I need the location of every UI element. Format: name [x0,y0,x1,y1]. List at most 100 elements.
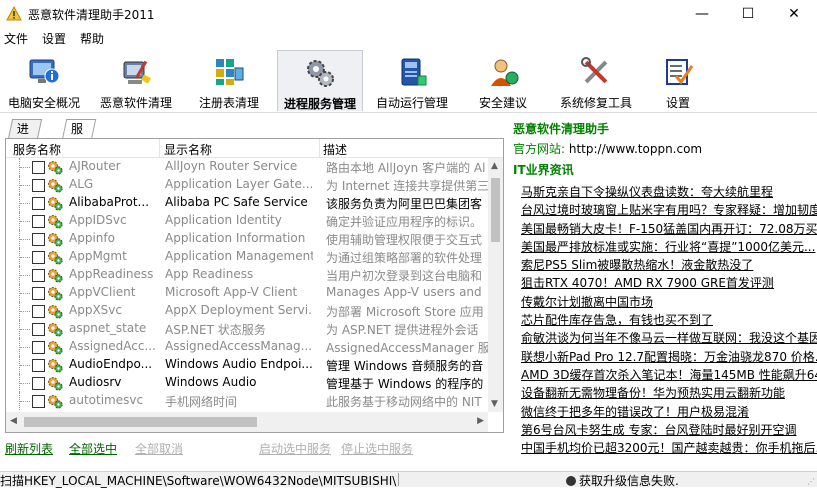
refresh-list-link[interactable]: 刷新列表 [5,440,53,457]
tool-registry-clean[interactable]: 注册表清理 [186,50,272,110]
service-gear-icon [48,287,63,301]
tree-line [19,284,32,302]
service-list[interactable]: 服务名称 显示名称 描述 AJRouter AllJoyn Router Serv… [5,138,504,433]
table-row[interactable]: ALG Application Layer Gate... 为 Internet 连… [6,176,488,194]
row-checkbox[interactable] [32,179,45,192]
news-link[interactable]: 第6号台风卡努生成 专家：台风登陆时最好别开空调 [521,421,817,439]
description-cell: 当用户初次登录到这台电脑和 [326,269,483,283]
table-row[interactable]: AppIDSvc Application Identity 确定并验证应用程序的标识… [6,212,488,230]
service-gear-icon [48,395,63,409]
maximize-button[interactable]: ☐ [725,0,771,28]
tool-label: 安全建议 [478,96,527,110]
service-name-cell: Appinfo [69,231,115,245]
table-row[interactable]: aspnet_state ASP.NET 状态服务 为 ASP.NET 提供进程外会… [6,320,488,338]
row-checkbox[interactable] [32,233,45,246]
news-link[interactable]: 俞敏洪谈为何当年不像马云一样做互联网：我没这个基因 [521,329,817,347]
column-header-display-name[interactable]: 显示名称 [164,141,212,158]
close-button[interactable]: ✕ [771,0,817,28]
news-link[interactable]: AMD 3D缓存首次杀入笔记本！海量145MB 性能飙升64% [521,366,817,384]
table-row[interactable]: AppMgmt Application Management 为通过组策略部署的软件… [6,248,488,266]
row-checkbox[interactable] [32,305,45,318]
news-link[interactable]: 芯片配件库存告急，有钱也买不到了 [521,311,817,329]
horizontal-scrollbar[interactable]: ◀ ▶ [6,412,488,432]
news-link[interactable]: 美国最严排放标准或实施：行业将“喜提”1000亿美元... [521,238,817,256]
monitor-info-icon [29,59,60,84]
scroll-right-icon[interactable]: ▶ [477,416,484,426]
tool-malware-clean[interactable]: 恶意软件清理 [92,50,180,110]
table-row[interactable]: Audiosrv Windows Audio 管理基于 Windows 的程序的 [6,374,488,392]
table-row[interactable]: AJRouter AllJoyn Router Service 路由本地 AllJo… [6,158,488,176]
tool-security-advice[interactable]: 安全建议 [463,50,543,110]
table-row[interactable]: Appinfo Application Information 使用辅助管理权限便于… [6,230,488,248]
stop-selected-link[interactable]: 停止选中服务 [341,440,413,457]
column-header-description[interactable]: 描述 [323,141,347,158]
row-checkbox[interactable] [32,359,45,372]
row-checkbox[interactable] [32,251,45,264]
description-cell: 为 ASP.NET 提供进程外会话 [326,323,479,337]
minimize-button[interactable]: — [679,0,725,28]
menu-settings[interactable]: 设置 [42,30,66,47]
tree-line [19,230,32,248]
startup-book-icon [401,58,427,86]
news-link[interactable]: 索尼PS5 Slim被曝散热缩水！液金散热没了 [521,256,817,274]
tool-settings[interactable]: 设置 [650,50,706,110]
display-name-cell: Application Identity [165,213,282,227]
tool-system-repair[interactable]: 系统修复工具 [553,50,639,110]
column-divider[interactable] [319,139,320,157]
display-name-cell: ASP.NET 状态服务 [165,323,266,337]
display-name-cell: Application Information [165,231,306,245]
row-checkbox[interactable] [32,377,45,390]
news-link[interactable]: 联想小新Pad Pro 12.7配置揭晓：万金油骁龙870 价格... [521,348,817,366]
repair-tools-icon [581,57,608,84]
news-link[interactable]: 狙击RTX 4070！AMD RX 7900 GRE首发评测 [521,274,817,292]
table-row[interactable]: AssignedAcc... AssignedAccessManag... Assi… [6,338,488,356]
news-link[interactable]: 美国最畅销大皮卡！F-150猛盖国内再开订：72.08万买... [521,220,817,238]
table-row[interactable]: AudioEndpo... Windows Audio Endpoi... 管理 W… [6,356,488,374]
tool-security-overview[interactable]: 电脑安全概况 [0,50,88,110]
vertical-scrollbar[interactable]: ▲ ▼ [488,158,503,412]
resize-grip-icon[interactable]: ⋰ [807,477,815,486]
column-divider[interactable] [159,139,160,157]
service-gear-icon [48,323,63,337]
table-row[interactable]: AlibabaProt... Alibaba PC Safe Service 该服务… [6,194,488,212]
description-cell: 管理基于 Windows 的程序的 [326,377,484,391]
info-panel: 恶意软件清理助手 官方网站: http://www.toppn.com IT业界… [508,113,817,471]
scroll-down-icon[interactable]: ▼ [491,399,498,409]
tool-process-service[interactable]: 进程服务管理 [277,50,363,111]
row-checkbox[interactable] [32,287,45,300]
service-name-cell: AudioEndpo... [69,357,153,371]
menu-file[interactable]: 文件 [4,30,28,47]
news-link[interactable]: 中国手机均价已超3200元！国产越卖越贵：你手机拖后... [521,439,817,457]
row-checkbox[interactable] [32,269,45,282]
column-header-service-name[interactable]: 服务名称 [13,141,61,158]
row-checkbox[interactable] [32,215,45,228]
select-all-link[interactable]: 全部选中 [69,440,117,457]
tab-processes[interactable]: 进程 [7,119,43,155]
news-link[interactable]: 台风过境时玻璃窗上贴米字有用吗？专家释疑：增加韧度 [521,201,817,219]
row-checkbox[interactable] [32,197,45,210]
menu-help[interactable]: 帮助 [80,30,104,47]
news-link[interactable]: 传戴尔计划撤离中国市场 [521,293,817,311]
vertical-scroll-thumb[interactable] [491,178,500,242]
table-row[interactable]: AppReadiness App Readiness 当用户初次登录到这台电脑和 [6,266,488,284]
tool-autorun[interactable]: 自动运行管理 [368,50,456,110]
news-link[interactable]: 设备翻新无需物理备份！华为预热实用云翻新功能 [521,384,817,402]
row-checkbox[interactable] [32,395,45,408]
news-link[interactable]: 微信终于把多年的错误改了！用户极易混淆 [521,403,817,421]
site-url-link[interactable]: http://www.toppn.com [569,142,702,156]
deselect-all-link[interactable]: 全部取消 [135,440,183,457]
row-checkbox[interactable] [32,323,45,336]
table-row[interactable]: AppVClient Microsoft App-V Client Manages … [6,284,488,302]
scroll-left-icon[interactable]: ◀ [10,416,17,426]
row-checkbox[interactable] [32,341,45,354]
horizontal-scroll-thumb[interactable] [24,417,257,427]
table-row[interactable]: AppXSvc AppX Deployment Servi... 为部署 Micro… [6,302,488,320]
start-selected-link[interactable]: 启动选中服务 [259,440,331,457]
row-checkbox[interactable] [32,161,45,174]
scroll-up-icon[interactable]: ▲ [491,161,498,171]
table-row[interactable]: autotimesvc 手机网络时间 此服务基于移动网络中的 NIT [6,392,488,410]
news-section-title: IT业界资讯 [513,163,574,177]
status-bar: 扫描HKEY_LOCAL_MACHINE\Software\WOW6432Nod… [0,471,817,488]
news-link[interactable]: 马斯克亲自下令操纵仪表盘读数：夸大续航里程 [521,183,817,201]
tab-services[interactable]: 服务 [61,119,97,155]
